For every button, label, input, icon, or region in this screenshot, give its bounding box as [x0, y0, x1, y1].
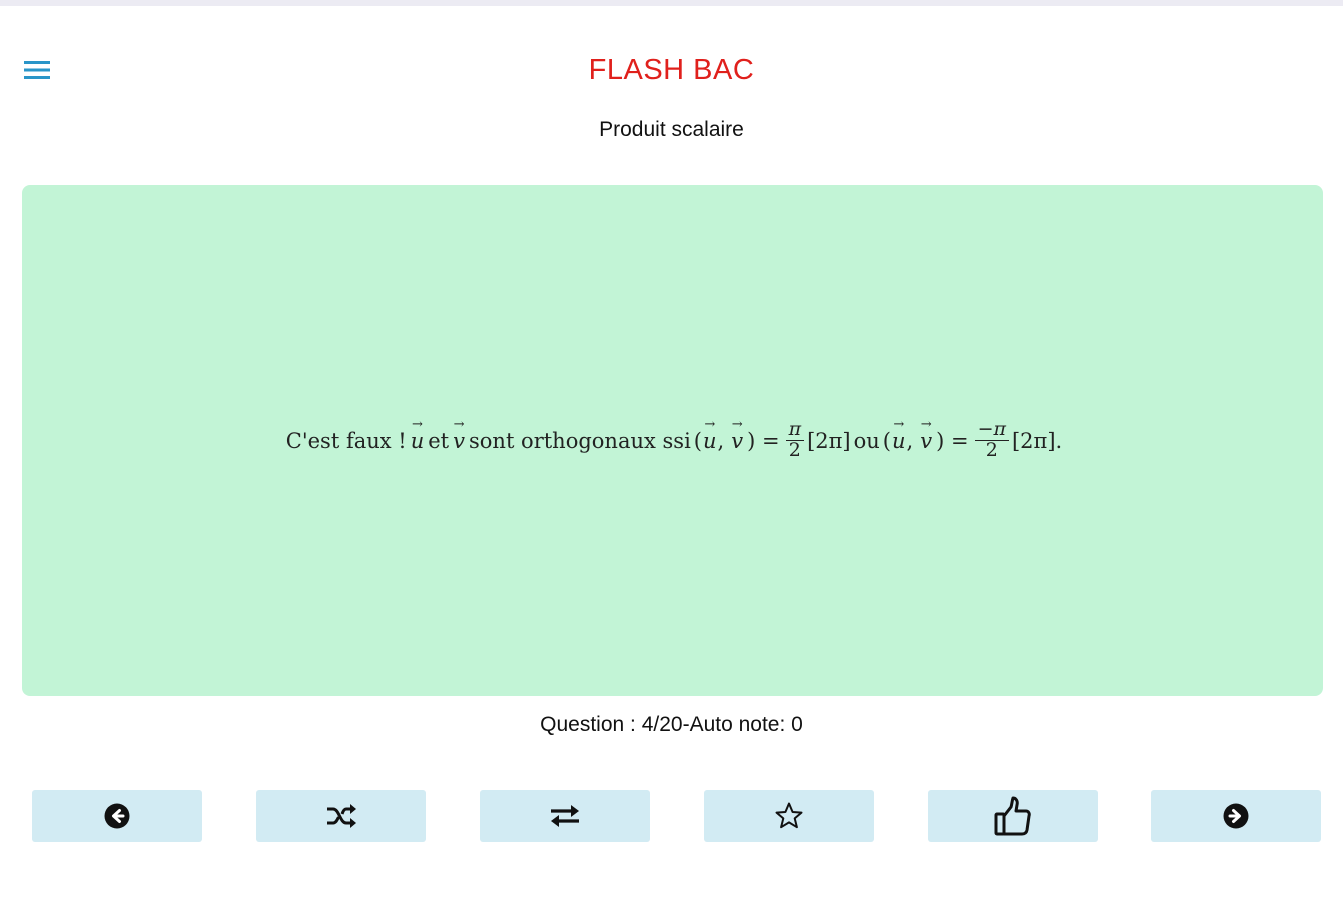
answer-middle: sont orthogonaux ssi [469, 428, 691, 453]
fraction-numerator-2: −π [974, 419, 1009, 441]
chapter-title: Produit scalaire [599, 118, 744, 141]
answer-text: C'est faux ! u et v sont orthogonaux ssi… [283, 419, 1063, 461]
comma-2: , [906, 428, 914, 453]
arrow-left-circle-icon [103, 802, 131, 830]
answer-or: ou [853, 428, 880, 453]
paren-close-equals: ) = [747, 428, 780, 453]
arrow-right-circle-icon [1222, 802, 1250, 830]
paren-open-2: ( [882, 428, 891, 453]
answer-lead: C'est faux ! [285, 428, 407, 453]
paren-close-equals-2: ) = [936, 428, 969, 453]
vector-u-3: u [891, 429, 907, 453]
star-outline-icon [774, 801, 804, 831]
fraction-denominator: 2 [788, 439, 801, 461]
fraction-denominator-2: 2 [985, 439, 998, 461]
next-button[interactable] [1151, 790, 1321, 842]
vector-v-3: v [919, 429, 933, 453]
flip-card-button[interactable] [480, 790, 650, 842]
modulo-2pi: [2π] [807, 428, 851, 453]
like-button[interactable] [928, 790, 1098, 842]
exchange-arrows-icon [548, 803, 582, 829]
flashcard[interactable]: C'est faux ! u et v sont orthogonaux ssi… [22, 185, 1323, 696]
vector-v-2: v [730, 429, 744, 453]
shuffle-icon [325, 802, 357, 830]
thumbs-up-icon [993, 795, 1033, 837]
favorite-button[interactable] [704, 790, 874, 842]
vector-v: v [452, 429, 466, 453]
previous-button[interactable] [32, 790, 202, 842]
paren-open: ( [693, 428, 702, 453]
vector-u: u [410, 429, 426, 453]
modulo-2pi-2: [2π]. [1011, 428, 1063, 453]
fraction-pi-over-2: π 2 [785, 419, 805, 461]
question-status: Question : 4/20-Auto note: 0 [540, 713, 803, 736]
answer-and: et [428, 428, 450, 453]
shuffle-button[interactable] [256, 790, 426, 842]
app-header: FLASH BAC [0, 40, 1343, 104]
top-strip [0, 0, 1343, 6]
fraction-numerator: π [785, 419, 805, 441]
vector-u-2: u [702, 429, 718, 453]
fraction-minus-pi-over-2: −π 2 [974, 419, 1009, 461]
app-title: FLASH BAC [588, 54, 755, 86]
comma: , [717, 428, 725, 453]
